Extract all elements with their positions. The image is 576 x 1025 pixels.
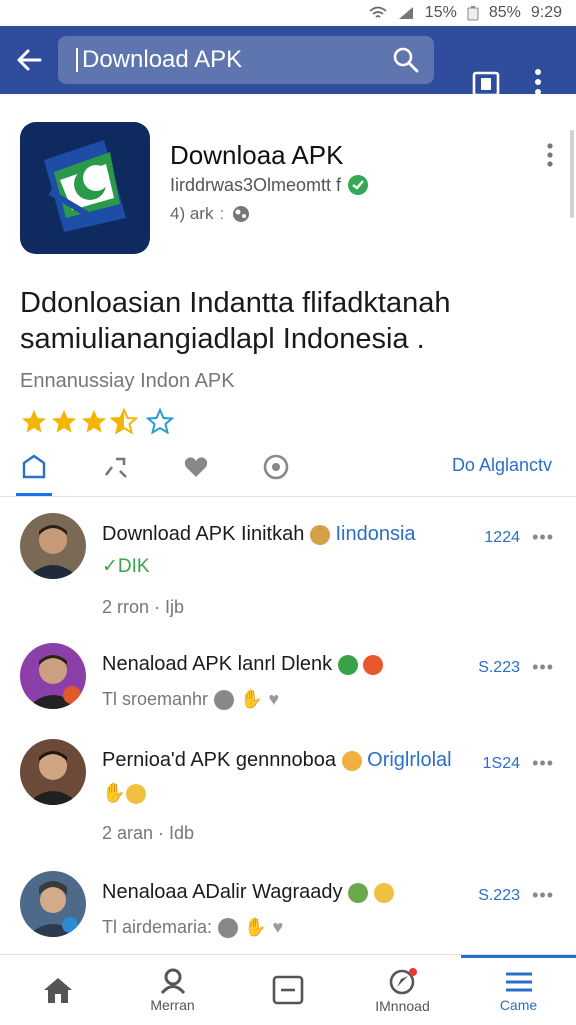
app-logo-icon[interactable] xyxy=(20,122,150,254)
clock: 9:29 xyxy=(530,4,562,21)
list-item[interactable]: Pernioa'd APK gennnoboa Origlrlolal ✋ 2 … xyxy=(0,739,576,859)
post-title: Nenaload APK lanrl Dlenk xyxy=(102,653,384,676)
nav-menu-label: Came xyxy=(499,997,538,1013)
post-emoji-row: ✋ xyxy=(102,781,146,805)
avatar[interactable] xyxy=(20,739,86,805)
battery-icon xyxy=(467,6,479,21)
search-icon[interactable] xyxy=(392,46,420,74)
scrollbar[interactable] xyxy=(570,130,574,218)
back-arrow-icon xyxy=(17,49,42,71)
post-meta: Tl airdemaria: ✋ ♥ xyxy=(102,917,284,938)
nav-profile[interactable]: Merran xyxy=(115,955,230,1025)
app-header: Downloaa APK Iirddrwas3Olmeomtt f 4) ark… xyxy=(20,122,560,257)
wifi-icon xyxy=(369,6,387,18)
post-title-link[interactable]: Origlrlolal xyxy=(367,749,451,771)
avatar[interactable] xyxy=(20,871,86,937)
tab-clock-icon[interactable] xyxy=(262,453,290,481)
nav-home[interactable] xyxy=(0,955,115,1025)
description-subline: Ennanussiay Indon APK xyxy=(20,370,235,392)
tab-all-label[interactable]: Do Alglanctv xyxy=(452,455,552,476)
content-tabs: Do Alglanctv xyxy=(0,445,576,497)
post-more-icon[interactable]: ••• xyxy=(532,885,554,906)
post-title-link[interactable]: Iindonsia xyxy=(335,523,415,545)
overflow-menu-icon[interactable] xyxy=(534,68,542,96)
signal-icon xyxy=(398,7,413,19)
post-meta-text: Tl sroemanhr xyxy=(102,689,209,709)
star-full-icon xyxy=(82,410,106,433)
globe-icon xyxy=(233,206,250,222)
menu-icon xyxy=(505,972,532,992)
nav-explore[interactable]: IMnnoad xyxy=(345,955,460,1025)
star-empty-icon xyxy=(145,408,174,434)
post-more-icon[interactable]: ••• xyxy=(532,657,554,678)
emoji-icon xyxy=(341,750,362,771)
emoji-icon xyxy=(348,882,369,903)
avatar[interactable] xyxy=(20,643,86,709)
post-meta: 2 rron · Ijb xyxy=(102,597,185,617)
nav-explore-label: IMnnoad xyxy=(375,997,430,1014)
avatar[interactable] xyxy=(20,513,86,579)
star-full-icon xyxy=(22,410,46,433)
post-count: 1S24 xyxy=(482,755,520,772)
back-button[interactable] xyxy=(0,31,58,89)
inbox-icon xyxy=(272,975,303,1005)
app-developer[interactable]: Iirddrwas3Olmeomtt f xyxy=(170,174,369,196)
search-query: Download APK xyxy=(82,46,243,73)
app-meta-text: 4) ark xyxy=(170,204,214,223)
post-count: S.223 xyxy=(478,659,520,676)
post-title-text: Download APK Iinitkah xyxy=(102,523,305,545)
star-full-icon xyxy=(52,410,76,433)
list-item[interactable]: Download APK Iinitkah Iindonsia ✓DIK 2 r… xyxy=(0,513,576,633)
post-more-icon[interactable]: ••• xyxy=(532,527,554,548)
emoji-icon xyxy=(309,524,330,545)
post-title: Download APK Iinitkah Iindonsia xyxy=(102,523,416,546)
emoji-icon xyxy=(337,654,358,675)
tab-share-icon[interactable] xyxy=(102,453,130,481)
search-input[interactable]: Download APK xyxy=(58,36,434,84)
signal-text: 15% xyxy=(424,4,457,21)
battery-text: 85% xyxy=(488,4,521,21)
verified-badge-icon xyxy=(348,175,369,195)
post-title-text: Nenaload APK lanrl Dlenk xyxy=(102,653,333,675)
star-half-icon xyxy=(110,408,138,434)
post-more-icon[interactable]: ••• xyxy=(532,753,554,774)
emoji-icon xyxy=(363,654,384,675)
active-tab-indicator xyxy=(16,493,52,496)
text-caret xyxy=(76,48,78,72)
home-icon xyxy=(43,978,72,1003)
person-icon xyxy=(160,968,185,994)
nav-inbox[interactable] xyxy=(230,955,345,1025)
app-bar: Download APK xyxy=(0,26,576,97)
app-more-icon[interactable] xyxy=(546,142,554,168)
post-meta: Tl sroemanhr ✋ ♥ xyxy=(102,689,280,710)
developer-name: Iirddrwas3Olmeomtt f xyxy=(170,174,342,195)
nav-menu[interactable]: Came xyxy=(461,955,576,1025)
post-title: Pernioa'd APK gennnoboa Origlrlolal xyxy=(102,749,452,772)
description-headline: Ddonloasian Indantta flifadktanah samiul… xyxy=(20,287,451,355)
post-title: Nenaloaa ADalir Wagraady xyxy=(102,881,394,904)
post-title-text: Pernioa'd APK gennnoboa xyxy=(102,749,337,771)
emoji-icon xyxy=(125,783,146,804)
post-count: 1224 xyxy=(484,529,520,546)
rating-stars[interactable] xyxy=(20,408,174,434)
post-count: S.223 xyxy=(478,887,520,904)
post-tag: ✓DIK xyxy=(102,556,150,577)
tabs-icon[interactable] xyxy=(472,71,500,97)
post-title-text: Nenaloaa ADalir Wagraady xyxy=(102,881,343,903)
reaction-icon xyxy=(214,689,235,710)
post-meta: 2 aran · Idb xyxy=(102,823,195,843)
bottom-navigation: Merran IMnnoad Came xyxy=(0,954,576,1024)
tab-home-icon[interactable] xyxy=(20,453,48,481)
nav-profile-label: Merran xyxy=(150,996,195,1013)
emoji-icon xyxy=(373,882,394,903)
post-meta-text: Tl airdemaria: xyxy=(102,917,213,937)
tab-heart-icon[interactable] xyxy=(182,453,210,481)
compass-icon xyxy=(389,967,417,994)
app-meta: 4) ark : xyxy=(170,204,252,224)
reaction-icon xyxy=(218,917,239,938)
app-title: Downloaa APK xyxy=(170,140,344,170)
post-tag-text: DIK xyxy=(117,556,150,577)
status-bar: 15% 85% 9:29 xyxy=(0,0,576,26)
